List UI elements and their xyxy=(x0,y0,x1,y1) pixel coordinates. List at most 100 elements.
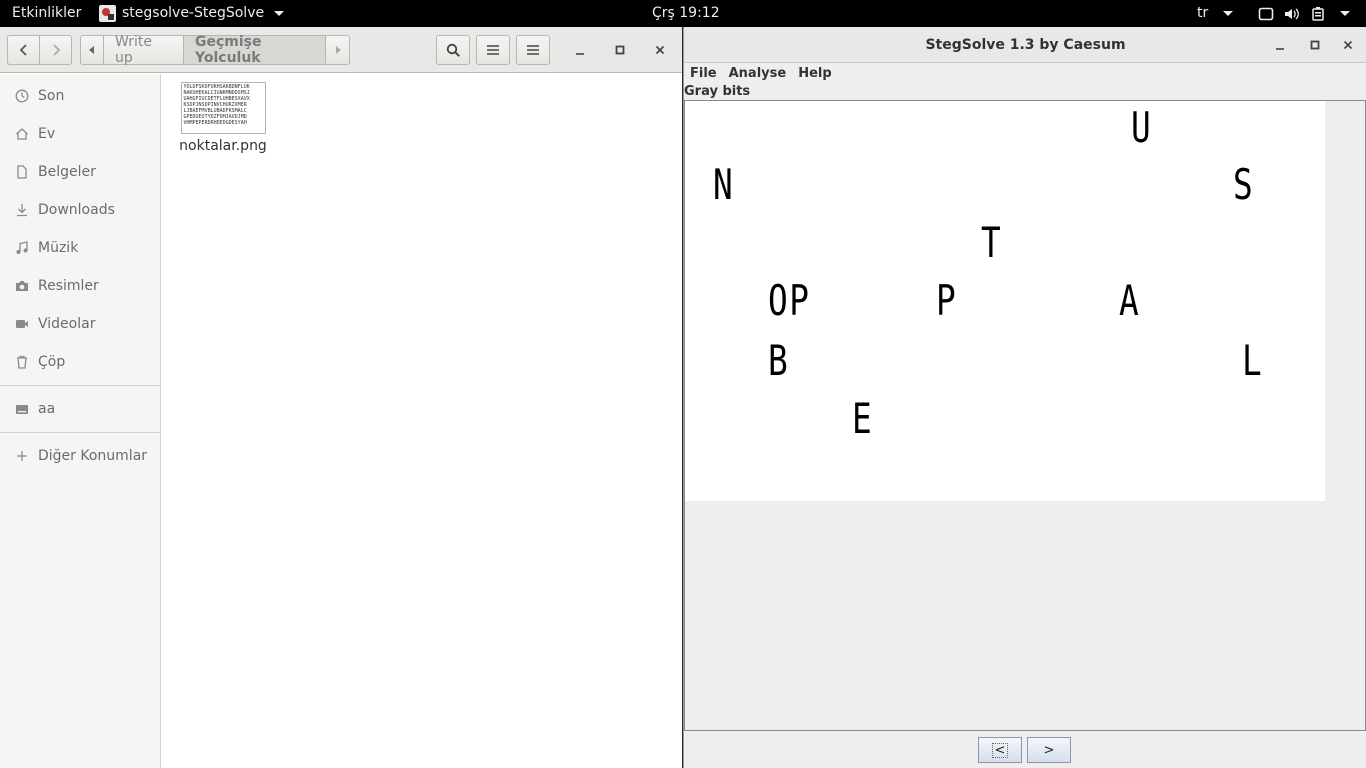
stegsolve-app-icon xyxy=(99,5,116,22)
file-thumbnail: YOLDFSKDFUKHSAKBDNFLUK NAKUHEKALCIGNKMND… xyxy=(180,82,266,134)
sidebar-item-label: Downloads xyxy=(38,202,115,218)
chevron-down-icon xyxy=(1222,10,1233,16)
menu-button[interactable] xyxy=(516,35,550,65)
sidebar-item-label: Belgeler xyxy=(38,164,96,180)
sidebar-item-label: Videolar xyxy=(38,316,96,332)
stegsolve-title-bar: StegSolve 1.3 by Caesum xyxy=(684,27,1366,63)
glyph-u: U xyxy=(1131,103,1153,152)
menu-file[interactable]: File xyxy=(684,64,723,84)
file-item-noktalar[interactable]: YOLDFSKDFUKHSAKBDNFLUK NAKUHEKALCIGNKMND… xyxy=(179,82,267,154)
sidebar-item-trash[interactable]: Çöp xyxy=(0,343,160,381)
next-plane-button[interactable]: > xyxy=(1027,737,1071,763)
window-icon xyxy=(1258,7,1274,20)
sidebar-separator xyxy=(0,432,160,433)
menu-help[interactable]: Help xyxy=(792,64,837,84)
close-button[interactable] xyxy=(650,40,670,60)
close-button[interactable] xyxy=(1338,35,1358,55)
app-menu[interactable]: stegsolve-StegSolve xyxy=(99,0,285,27)
minimize-icon xyxy=(576,53,584,55)
triangle-right-icon xyxy=(335,46,341,54)
glyph-b: B xyxy=(768,336,790,385)
document-icon xyxy=(15,165,29,179)
sidebar-item-documents[interactable]: Belgeler xyxy=(0,153,160,191)
search-button[interactable] xyxy=(436,35,470,65)
sidebar-item-drive-aa[interactable]: aa xyxy=(0,390,160,428)
download-icon xyxy=(15,203,29,217)
home-icon xyxy=(15,127,29,141)
sidebar-item-home[interactable]: Ev xyxy=(0,115,160,153)
battery-icon xyxy=(1312,6,1324,21)
breadcrumb-current-folder[interactable]: Geçmişe Yolculuk xyxy=(183,34,326,66)
app-menu-label: stegsolve-StegSolve xyxy=(122,5,265,21)
sidebar-item-other-locations[interactable]: Diğer Konumlar xyxy=(0,437,160,475)
glyph-t: T xyxy=(981,218,1003,267)
maximize-button[interactable] xyxy=(1305,35,1325,55)
breadcrumb-write-up[interactable]: Write up xyxy=(103,34,184,66)
glyph-l: L xyxy=(1242,336,1264,385)
glyph-op: OP xyxy=(768,276,811,325)
sidebar-item-pictures[interactable]: Resimler xyxy=(0,267,160,305)
back-button[interactable] xyxy=(7,35,40,65)
sidebar-item-music[interactable]: Müzik xyxy=(0,229,160,267)
language-label: tr xyxy=(1197,5,1209,21)
close-icon xyxy=(1343,40,1353,50)
maximize-icon xyxy=(1310,40,1320,50)
volume-icon xyxy=(1285,8,1299,19)
triangle-left-icon xyxy=(89,46,94,54)
hamburger-icon xyxy=(527,45,539,55)
files-window: Write up Geçmişe Yolculuk Son Ev Belgele… xyxy=(0,27,682,768)
sidebar-item-label: Çöp xyxy=(38,354,66,370)
chevron-down-icon xyxy=(274,11,285,16)
image-viewport[interactable]: U N S T OP P A B L E xyxy=(684,100,1366,731)
sidebar-item-videos[interactable]: Videolar xyxy=(0,305,160,343)
system-tray[interactable] xyxy=(1258,0,1350,27)
sidebar-item-label: Müzik xyxy=(38,240,79,256)
chevron-left-icon xyxy=(19,44,27,56)
previous-plane-label: < xyxy=(991,742,1009,758)
maximize-icon xyxy=(615,45,625,55)
sidebar-item-label: Resimler xyxy=(38,278,99,294)
list-view-icon xyxy=(487,45,499,55)
maximize-button[interactable] xyxy=(610,40,630,60)
path-bar: Write up Geçmişe Yolculuk xyxy=(80,34,350,66)
minimize-button[interactable] xyxy=(1270,35,1290,55)
path-scroll-left-button[interactable] xyxy=(80,35,104,65)
video-icon xyxy=(15,317,29,331)
gnome-top-bar: Etkinlikler stegsolve-StegSolve Çrş 19:1… xyxy=(0,0,1366,27)
sidebar-separator xyxy=(0,385,160,386)
view-options-button[interactable] xyxy=(476,35,510,65)
clock-icon xyxy=(15,89,29,103)
sidebar-item-recent[interactable]: Son xyxy=(0,77,160,115)
window-title: StegSolve 1.3 by Caesum xyxy=(925,37,1126,53)
drive-icon xyxy=(15,402,29,416)
stegsolve-window: StegSolve 1.3 by Caesum File Analyse Hel… xyxy=(683,27,1366,768)
trash-icon xyxy=(15,355,29,369)
menu-analyse[interactable]: Analyse xyxy=(723,64,793,84)
glyph-s: S xyxy=(1233,160,1255,209)
glyph-e: E xyxy=(852,394,874,443)
plus-icon xyxy=(15,449,29,463)
music-icon xyxy=(15,241,29,255)
glyph-p: P xyxy=(936,276,958,325)
close-icon xyxy=(655,45,665,55)
file-view: YOLDFSKDFUKHSAKBDNFLUK NAKUHEKALCIGNKMND… xyxy=(162,74,682,768)
glyph-n: N xyxy=(713,160,735,209)
path-scroll-right-button[interactable] xyxy=(325,35,350,65)
previous-plane-button[interactable]: < xyxy=(978,737,1022,763)
file-name: noktalar.png xyxy=(179,138,267,154)
sidebar-item-label: Ev xyxy=(38,126,56,142)
menu-bar: File Analyse Help xyxy=(684,64,1366,84)
sidebar-item-downloads[interactable]: Downloads xyxy=(0,191,160,229)
activities-button[interactable]: Etkinlikler xyxy=(12,0,81,27)
forward-button[interactable] xyxy=(39,35,72,65)
sidebar-item-label: Son xyxy=(38,88,65,104)
language-indicator[interactable]: tr xyxy=(1197,0,1233,27)
sidebar-item-label: aa xyxy=(38,401,56,417)
clock[interactable]: Çrş 19:12 xyxy=(652,0,720,27)
sidebar-item-label: Diğer Konumlar xyxy=(38,448,148,464)
search-icon xyxy=(446,43,460,57)
files-header-bar: Write up Geçmişe Yolculuk xyxy=(0,27,682,73)
camera-icon xyxy=(15,279,29,293)
plane-mode-label: Gray bits xyxy=(684,84,751,99)
minimize-button[interactable] xyxy=(570,40,590,60)
